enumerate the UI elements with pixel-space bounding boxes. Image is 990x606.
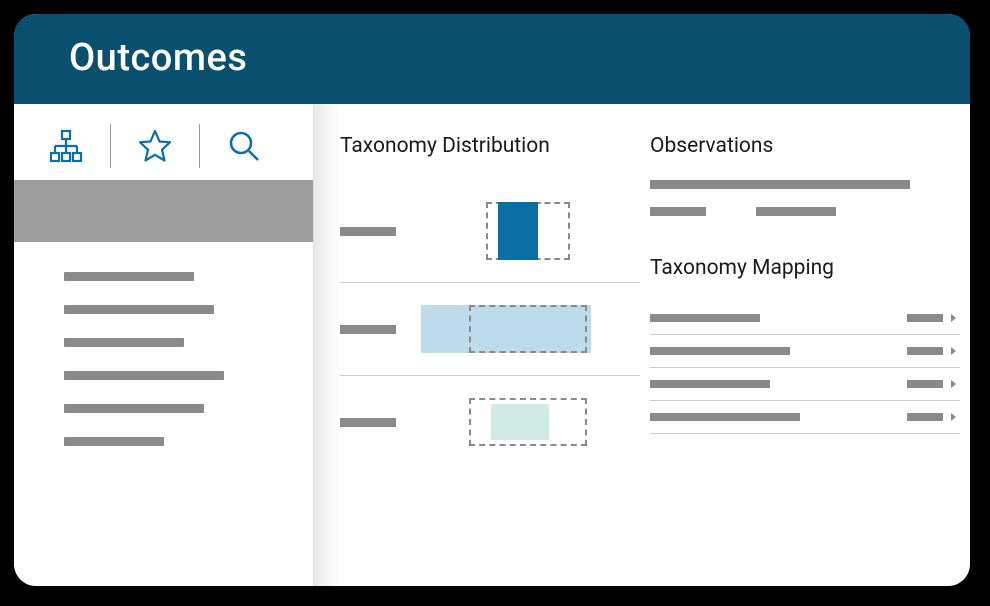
observations-block	[650, 180, 960, 216]
hierarchy-icon[interactable]	[42, 122, 90, 170]
observation-value	[650, 207, 706, 216]
sidebar-item[interactable]	[64, 272, 194, 281]
distribution-row	[340, 376, 640, 468]
content: Taxonomy Distribution Observations Taxon…	[340, 104, 970, 586]
titlebar: Outcomes	[14, 14, 970, 104]
mapping-value	[907, 314, 943, 322]
sidebar-item[interactable]	[64, 404, 204, 413]
chevron-right-icon	[951, 413, 956, 421]
chevron-right-icon	[951, 380, 956, 388]
distribution-chart	[416, 305, 640, 353]
sidebar-item[interactable]	[64, 338, 184, 347]
main-panel: Taxonomy Distribution Observations Taxon…	[314, 104, 970, 586]
observations-title: Observations	[650, 134, 960, 158]
page-title: Outcomes	[69, 36, 247, 80]
mapping-row[interactable]	[650, 335, 960, 368]
mapping-row[interactable]	[650, 401, 960, 434]
toolbar-divider	[110, 124, 111, 168]
chevron-right-icon	[951, 314, 956, 322]
distribution-row	[340, 180, 640, 283]
mapping-label	[650, 380, 770, 388]
mapping-value-group	[907, 314, 956, 322]
mapping-label	[650, 347, 790, 355]
distribution-bar	[498, 202, 538, 260]
mapping-value-group	[907, 380, 956, 388]
distribution-label	[340, 325, 396, 334]
mapping-value-group	[907, 347, 956, 355]
toolbar-divider	[199, 124, 200, 168]
mapping-label	[650, 314, 760, 322]
sidebar-item[interactable]	[64, 371, 224, 380]
observation-line	[650, 180, 910, 189]
chevron-right-icon	[951, 347, 956, 355]
distribution-row	[340, 283, 640, 376]
distribution-chart	[416, 202, 640, 260]
mapping-value	[907, 347, 943, 355]
search-icon[interactable]	[220, 122, 268, 170]
sidebar	[14, 104, 314, 586]
page-fold	[314, 104, 340, 586]
mapping-row[interactable]	[650, 368, 960, 401]
distribution-label	[340, 227, 396, 236]
mapping-label	[650, 413, 800, 421]
star-icon[interactable]	[131, 122, 179, 170]
distribution-label	[340, 418, 396, 427]
sidebar-toolbar	[14, 104, 313, 180]
mapping-value	[907, 380, 943, 388]
body: Taxonomy Distribution Observations Taxon…	[14, 104, 970, 586]
observation-value	[756, 207, 836, 216]
distribution-bar	[491, 404, 549, 440]
mapping-value-group	[907, 413, 956, 421]
mapping-title: Taxonomy Mapping	[650, 256, 960, 280]
app-window: Outcomes	[14, 14, 970, 586]
sidebar-item[interactable]	[64, 437, 164, 446]
mapping-row[interactable]	[650, 302, 960, 335]
sidebar-selected-item[interactable]	[14, 180, 313, 242]
sidebar-nav	[14, 242, 313, 466]
mapping-value	[907, 413, 943, 421]
right-column: Observations Taxonomy Mapping	[650, 134, 970, 586]
mapping-list	[650, 302, 960, 434]
distribution-column: Taxonomy Distribution	[340, 134, 640, 586]
distribution-range	[469, 305, 587, 353]
sidebar-item[interactable]	[64, 305, 214, 314]
distribution-chart	[416, 398, 640, 446]
observation-row	[650, 207, 960, 216]
distribution-title: Taxonomy Distribution	[340, 134, 640, 158]
